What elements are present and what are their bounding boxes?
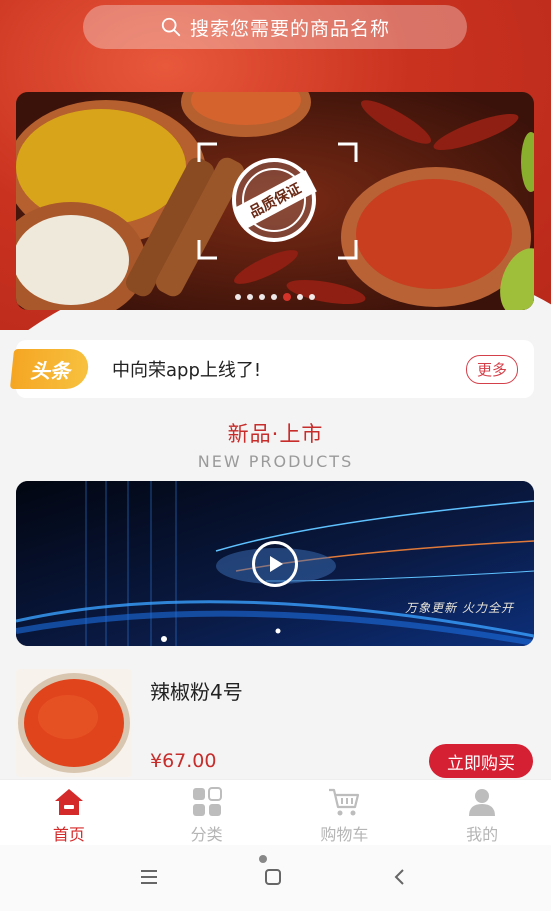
tab-label: 分类: [190, 825, 223, 844]
section-title-cn: 新品·上市: [227, 422, 324, 446]
tab-cart[interactable]: 购物车: [276, 780, 414, 845]
tab-profile[interactable]: 我的: [413, 780, 551, 845]
search-bar[interactable]: 搜索您需要的商品名称: [83, 5, 467, 49]
system-navigation-bar: [0, 845, 551, 911]
menu-icon: [141, 870, 157, 884]
banner-carousel[interactable]: 品质保证: [16, 92, 534, 310]
square-icon: [265, 869, 281, 885]
headline-badge-label: 头条: [30, 358, 70, 383]
video-player[interactable]: 万象更新 火力全开: [16, 481, 534, 646]
home-system-button[interactable]: [261, 865, 285, 889]
cart-icon: [329, 788, 360, 815]
home-icon: [54, 788, 83, 815]
tab-label: 首页: [52, 825, 85, 844]
more-button[interactable]: 更多: [465, 354, 518, 384]
product-name[interactable]: 辣椒粉4号: [150, 676, 243, 705]
back-icon: [394, 869, 404, 885]
carousel-dot[interactable]: [247, 294, 253, 300]
product-card[interactable]: 辣椒粉4号 ¥67.00 立即购买: [0, 666, 551, 778]
carousel-dot[interactable]: [259, 294, 265, 300]
tab-label: 我的: [466, 825, 499, 844]
play-button[interactable]: [252, 541, 298, 587]
system-indicator-dot: [259, 855, 267, 863]
back-button[interactable]: [388, 865, 412, 889]
section-header-new-products: 新品·上市 NEW PRODUCTS: [0, 418, 551, 471]
carousel-dot[interactable]: [297, 294, 303, 300]
headline-text[interactable]: 中向荣app上线了!: [112, 356, 466, 382]
tab-home[interactable]: 首页: [0, 780, 138, 845]
bottom-tab-bar: 首页 分类 购物车 我的: [0, 779, 551, 845]
tab-label: 购物车: [320, 825, 369, 844]
carousel-dot[interactable]: [235, 294, 241, 300]
category-icon: [192, 786, 222, 816]
product-image[interactable]: [16, 669, 132, 777]
carousel-dot-active[interactable]: [283, 293, 291, 301]
carousel-dot[interactable]: [309, 294, 315, 300]
search-placeholder: 搜索您需要的商品名称: [189, 17, 390, 40]
headline-badge: 头条: [9, 349, 91, 389]
user-icon: [469, 788, 496, 816]
buy-now-button[interactable]: 立即购买: [429, 744, 533, 778]
menu-button[interactable]: [137, 865, 161, 889]
section-title-en: NEW PRODUCTS: [197, 452, 354, 471]
product-price: ¥67.00: [150, 750, 217, 772]
tab-category[interactable]: 分类: [138, 780, 276, 845]
carousel-indicator: [16, 293, 534, 301]
play-icon: [270, 556, 283, 572]
headline-news-bar[interactable]: 头条 中向荣app上线了! 更多: [9, 340, 534, 398]
search-icon: [161, 17, 181, 37]
video-caption: 万象更新 火力全开: [405, 601, 514, 615]
carousel-dot[interactable]: [271, 294, 277, 300]
